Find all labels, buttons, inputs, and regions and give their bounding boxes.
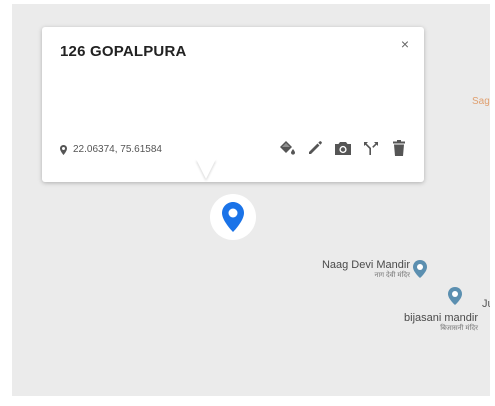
edge-place-label-right: Sag	[472, 96, 490, 107]
popup-actions	[278, 139, 408, 157]
location-popup: 126 GOPALPURA × 22.06374, 75.61584	[42, 27, 424, 182]
place-local-name: नाग देवी मंदिर	[374, 272, 410, 279]
close-icon[interactable]: ×	[398, 37, 412, 51]
place-local-name: बिजासनी मंदिर	[440, 325, 478, 332]
edit-icon[interactable]	[306, 139, 324, 157]
place-label-bijasani-mandir[interactable]: bijasani mandir बिजासनी मंदिर	[368, 312, 478, 333]
popup-pointer	[196, 159, 216, 179]
coordinates-text: 22.06374, 75.61584	[73, 144, 162, 155]
location-pin-icon	[60, 144, 67, 155]
place-name: bijasani mandir	[404, 312, 478, 324]
camera-icon[interactable]	[334, 139, 352, 157]
screenshot-frame: Sag Ju Naag Devi Mandir नाग देवी मंदिर b…	[0, 0, 495, 406]
style-icon[interactable]	[278, 139, 296, 157]
directions-icon[interactable]	[362, 139, 380, 157]
edge-place-label-right-lower: Ju	[482, 298, 490, 310]
place-name: Naag Devi Mandir	[321, 259, 410, 271]
delete-icon[interactable]	[390, 139, 408, 157]
place-label-naag-devi-mandir[interactable]: Naag Devi Mandir नाग देवी मंदिर	[292, 259, 410, 280]
temple-pin-icon[interactable]	[413, 260, 427, 278]
coordinates-row: 22.06374, 75.61584	[60, 144, 162, 155]
temple-pin-icon[interactable]	[448, 287, 462, 305]
map-pin-icon	[222, 202, 244, 232]
map-canvas[interactable]: Sag Ju Naag Devi Mandir नाग देवी मंदिर b…	[12, 4, 490, 396]
popup-title: 126 GOPALPURA	[60, 43, 187, 60]
selected-location-marker[interactable]	[210, 194, 256, 240]
